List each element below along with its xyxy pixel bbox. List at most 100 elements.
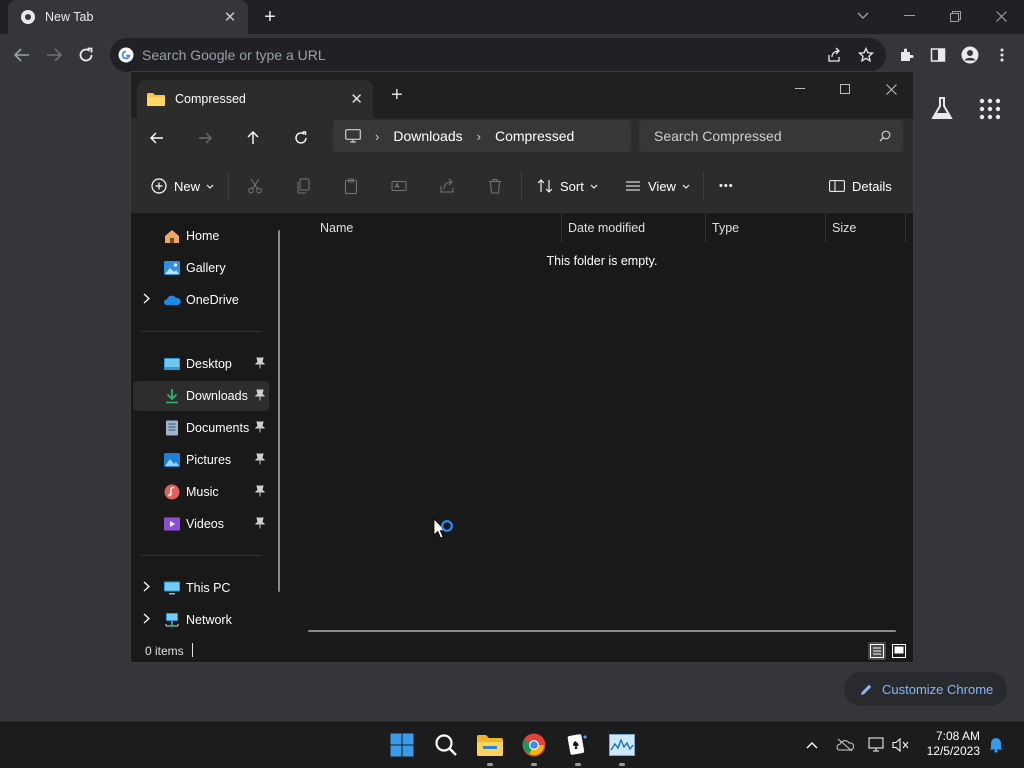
- share-icon[interactable]: [823, 44, 845, 66]
- extensions-icon[interactable]: [895, 44, 917, 66]
- nav-item-onedrive[interactable]: OneDrive: [133, 285, 269, 315]
- new-tab-button[interactable]: +: [258, 5, 282, 29]
- nav-item-network[interactable]: Network: [133, 605, 269, 635]
- view-lines-icon: [626, 181, 640, 191]
- customize-chrome-label: Customize Chrome: [882, 681, 994, 697]
- pin-icon[interactable]: [255, 421, 265, 433]
- details-pane-button[interactable]: Details: [829, 173, 898, 199]
- explorer-maximize-button[interactable]: [822, 76, 868, 102]
- column-header-date-modified[interactable]: Date modified: [562, 214, 706, 242]
- pictures-icon: [164, 453, 180, 467]
- column-header-name[interactable]: Name: [314, 214, 562, 242]
- horizontal-scrollbar[interactable]: [308, 630, 896, 632]
- chrome-menu-icon[interactable]: [991, 44, 1013, 66]
- taskbar-chrome[interactable]: [519, 730, 549, 766]
- pin-icon[interactable]: [255, 389, 265, 401]
- column-header-size[interactable]: Size: [826, 214, 906, 242]
- copy-button[interactable]: [295, 173, 311, 199]
- chrome-labs-flask-icon[interactable]: [930, 96, 954, 122]
- nav-item-music[interactable]: Music: [133, 477, 269, 507]
- details-view-button[interactable]: [868, 642, 886, 660]
- taskbar-file-explorer[interactable]: [475, 730, 505, 766]
- windows-logo-icon: [390, 733, 414, 757]
- profile-avatar-icon[interactable]: [959, 44, 981, 66]
- taskbar-search-button[interactable]: [431, 730, 461, 760]
- taskbar-clock[interactable]: 7:08 AM 12/5/2023: [918, 729, 980, 759]
- start-button[interactable]: [387, 730, 417, 760]
- side-panel-icon[interactable]: [927, 44, 949, 66]
- nav-item-home[interactable]: Home: [133, 221, 269, 251]
- breadcrumb-compressed[interactable]: Compressed: [495, 128, 574, 144]
- taskbar-resource-monitor[interactable]: [607, 730, 637, 766]
- pin-icon[interactable]: [255, 453, 265, 465]
- pin-icon[interactable]: [255, 517, 265, 529]
- pin-icon[interactable]: [255, 357, 265, 369]
- restore-button[interactable]: [932, 0, 978, 32]
- explorer-minimize-button[interactable]: [777, 76, 823, 102]
- running-indicator: [487, 763, 493, 766]
- plus-circle-icon: [151, 178, 167, 194]
- explorer-close-button[interactable]: [868, 76, 914, 102]
- sort-button[interactable]: Sort: [537, 173, 598, 199]
- delete-button[interactable]: [487, 173, 503, 199]
- chevron-right-icon: ›: [375, 128, 380, 144]
- bookmark-star-icon[interactable]: [855, 44, 877, 66]
- nav-item-videos[interactable]: Videos: [133, 509, 269, 539]
- refresh-icon[interactable]: [289, 126, 313, 150]
- cut-button[interactable]: [247, 173, 263, 199]
- network-status-icon[interactable]: [868, 736, 886, 754]
- chrome-tab-new-tab[interactable]: New Tab ✕: [8, 0, 248, 34]
- explorer-search-box[interactable]: Search Compressed: [639, 120, 903, 152]
- google-apps-grid-icon[interactable]: [979, 98, 1001, 120]
- gallery-icon: [164, 261, 180, 275]
- large-icons-view-button[interactable]: [890, 642, 908, 660]
- close-icon[interactable]: ✕: [350, 90, 363, 108]
- nav-label-network: Network: [186, 613, 232, 627]
- breadcrumb-downloads[interactable]: Downloads: [393, 128, 462, 144]
- chevron-right-icon[interactable]: [143, 293, 150, 304]
- more-options-button[interactable]: •••: [719, 173, 734, 199]
- back-arrow-icon[interactable]: [145, 126, 169, 150]
- notification-bell-icon[interactable]: [987, 735, 1005, 753]
- chevron-right-icon[interactable]: [143, 581, 150, 592]
- nav-label-documents: Documents: [186, 421, 250, 435]
- column-header-type[interactable]: Type: [706, 214, 826, 242]
- navigation-pane-scrollbar[interactable]: [278, 230, 280, 592]
- explorer-tab-compressed[interactable]: Compressed ✕: [137, 80, 373, 118]
- nav-item-downloads[interactable]: Downloads: [133, 381, 269, 411]
- taskbar-solitaire[interactable]: [563, 730, 593, 766]
- reload-icon[interactable]: [74, 43, 98, 67]
- breadcrumb[interactable]: › Downloads › Compressed: [333, 120, 631, 152]
- network-icon: [165, 613, 179, 627]
- nav-item-documents[interactable]: Documents: [133, 413, 269, 443]
- volume-muted-icon[interactable]: [892, 736, 910, 754]
- show-hidden-icons-chevron-icon[interactable]: [803, 736, 821, 754]
- forward-arrow-icon[interactable]: [42, 43, 66, 67]
- explorer-tab-title: Compressed: [175, 92, 246, 106]
- explorer-new-tab-button[interactable]: +: [391, 84, 403, 107]
- customize-chrome-button[interactable]: Customize Chrome: [844, 672, 1007, 706]
- rename-button[interactable]: [391, 173, 407, 199]
- chevron-right-icon[interactable]: [143, 613, 150, 624]
- new-button[interactable]: New: [151, 173, 214, 199]
- back-arrow-icon[interactable]: [10, 43, 34, 67]
- close-icon[interactable]: ✕: [222, 8, 238, 26]
- up-arrow-icon[interactable]: [241, 126, 265, 150]
- close-window-button[interactable]: [978, 0, 1024, 32]
- nav-item-gallery[interactable]: Gallery: [133, 253, 269, 283]
- nav-item-desktop[interactable]: Desktop: [133, 349, 269, 379]
- onedrive-offline-icon[interactable]: [836, 736, 854, 754]
- status-bar: 0 items: [131, 640, 913, 662]
- tab-search-chevron-icon[interactable]: [840, 0, 886, 32]
- pin-icon[interactable]: [255, 485, 265, 497]
- nav-label-music: Music: [186, 485, 219, 499]
- nav-item-this-pc[interactable]: This PC: [133, 573, 269, 603]
- chevron-down-icon: [206, 184, 214, 189]
- nav-item-pictures[interactable]: Pictures: [133, 445, 269, 475]
- minimize-button[interactable]: [886, 0, 932, 32]
- view-button[interactable]: View: [625, 173, 690, 199]
- share-button[interactable]: [439, 173, 455, 199]
- forward-arrow-icon[interactable]: [193, 126, 217, 150]
- paste-button[interactable]: [343, 173, 359, 199]
- omnibox[interactable]: Search Google or type a URL: [110, 38, 886, 72]
